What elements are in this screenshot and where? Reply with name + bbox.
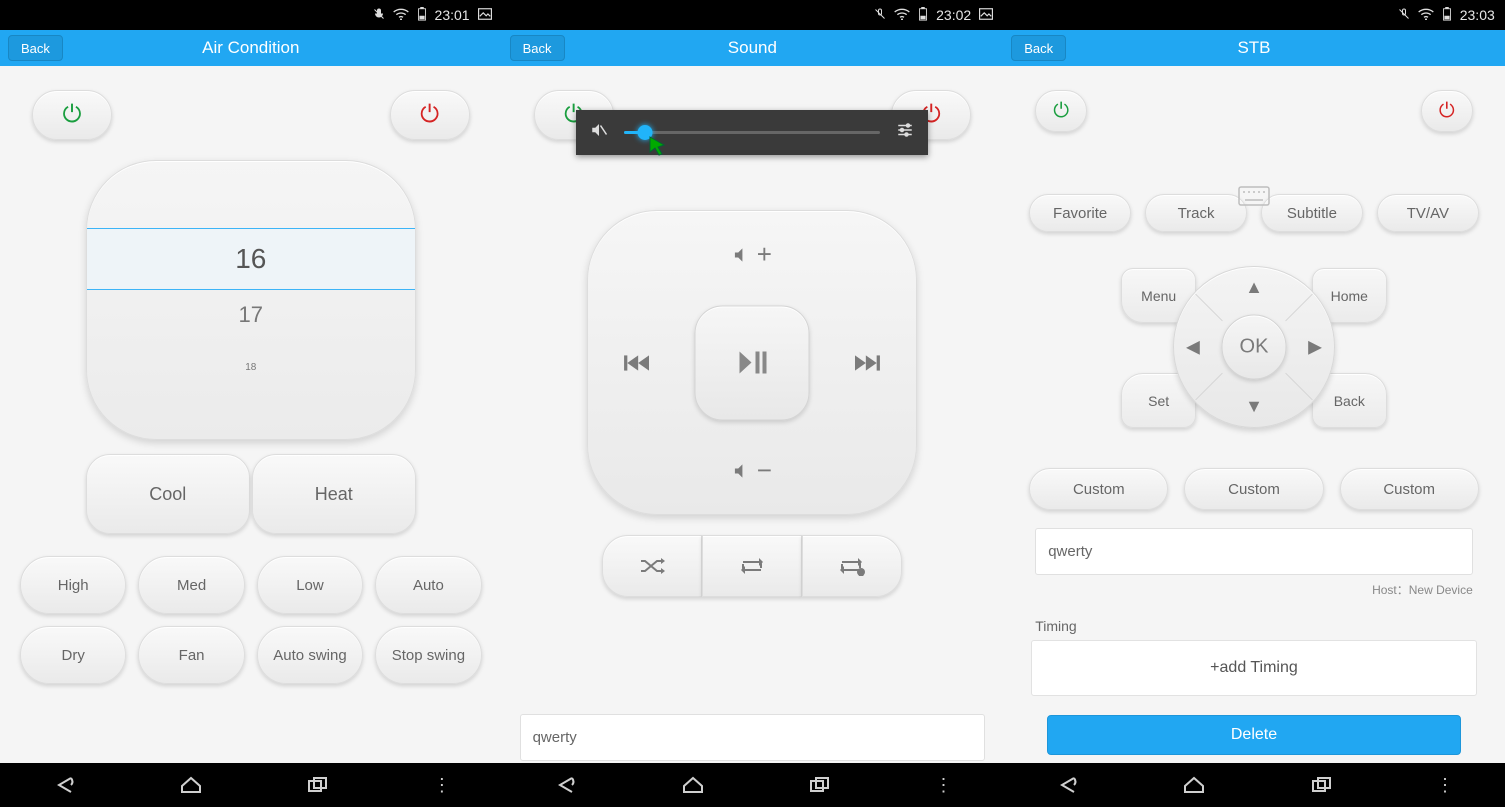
microphone-muted-icon <box>874 8 886 23</box>
dpad-left-button[interactable]: ◀ <box>1186 337 1200 358</box>
back-button[interactable]: Back <box>510 35 565 61</box>
fan-low-button[interactable]: Low <box>257 556 363 614</box>
power-icon: ⏻ <box>1053 100 1069 123</box>
power-icon: ⏻ <box>420 101 439 129</box>
fan-high-button[interactable]: High <box>20 556 126 614</box>
fan-med-button[interactable]: Med <box>138 556 244 614</box>
temperature-selected: 16 <box>87 228 415 290</box>
nav-recent-icon[interactable] <box>305 774 331 796</box>
back-button[interactable]: Back <box>8 35 63 61</box>
previous-track-button[interactable] <box>623 353 649 373</box>
speaker-mute-icon <box>590 121 608 144</box>
power-icon: ⏻ <box>63 101 82 129</box>
clock-label: 23:03 <box>1460 7 1495 23</box>
stop-swing-button[interactable]: Stop swing <box>375 626 481 684</box>
delete-button[interactable]: Delete <box>1047 715 1461 755</box>
shuffle-button[interactable] <box>602 535 702 597</box>
page-title: Sound <box>728 38 777 58</box>
clock-label: 23:02 <box>936 7 971 23</box>
app-bar: Back Air Condition <box>0 30 502 66</box>
settings-sliders-icon[interactable] <box>896 121 914 144</box>
keyboard-icon[interactable] <box>1238 186 1270 212</box>
cool-button[interactable]: Cool <box>86 454 250 534</box>
nav-back-icon[interactable] <box>51 774 77 796</box>
nav-home-icon[interactable] <box>1181 774 1207 796</box>
custom-button-2[interactable]: Custom <box>1184 468 1323 510</box>
app-bar: Back Sound <box>502 30 1004 66</box>
favorite-button[interactable]: Favorite <box>1029 194 1131 232</box>
mode-dry-button[interactable]: Dry <box>20 626 126 684</box>
battery-icon <box>918 7 928 24</box>
power-icon: ⏻ <box>1439 100 1455 123</box>
temperature-wheel[interactable]: 16 17 18 <box>86 160 416 440</box>
volume-down-button[interactable]: − <box>733 455 772 486</box>
device-name-field[interactable]: qwerty <box>520 714 986 761</box>
track-button[interactable]: Track <box>1145 194 1247 232</box>
play-pause-button[interactable] <box>695 305 810 420</box>
screenshot-icon <box>979 8 993 23</box>
device-name-field[interactable]: qwerty <box>1035 528 1473 575</box>
page-title: Air Condition <box>202 38 299 58</box>
page-title: STB <box>1237 38 1270 58</box>
temperature-after: 18 <box>245 340 256 373</box>
tv-av-button[interactable]: TV/AV <box>1377 194 1479 232</box>
dpad-circle: ▲ ▼ ◀ ▶ OK <box>1173 266 1335 428</box>
system-volume-overlay <box>576 110 928 155</box>
heat-button[interactable]: Heat <box>252 454 416 534</box>
nav-bar: ⋮ <box>1003 763 1505 807</box>
power-on-button[interactable]: ⏻ <box>32 90 112 140</box>
dpad-up-button[interactable]: ▲ <box>1245 277 1263 298</box>
nav-menu-icon[interactable]: ⋮ <box>1436 775 1454 796</box>
nav-recent-icon[interactable] <box>1309 774 1335 796</box>
microphone-muted-icon <box>373 8 385 23</box>
timing-label: Timing <box>1017 598 1491 640</box>
dpad-down-button[interactable]: ▼ <box>1245 396 1263 417</box>
media-dpad: + − <box>587 210 917 515</box>
clock-label: 23:01 <box>435 7 470 23</box>
nav-back-icon[interactable] <box>552 774 578 796</box>
power-on-button[interactable]: ⏻ <box>1035 90 1087 132</box>
status-bar: 23:03 <box>1003 0 1505 30</box>
dpad-right-button[interactable]: ▶ <box>1308 337 1322 358</box>
nav-home-icon[interactable] <box>680 774 706 796</box>
temperature-next: 17 <box>239 290 263 340</box>
battery-icon <box>1442 7 1452 24</box>
app-bar: Back STB <box>1003 30 1505 66</box>
wifi-icon <box>894 8 910 23</box>
repeat-one-button[interactable]: 1 <box>802 535 902 597</box>
add-timing-button[interactable]: +add Timing <box>1031 640 1477 696</box>
power-off-button[interactable]: ⏻ <box>1421 90 1473 132</box>
status-bar: 23:02 <box>502 0 1004 30</box>
subtitle-button[interactable]: Subtitle <box>1261 194 1363 232</box>
nav-menu-icon[interactable]: ⋮ <box>433 775 451 796</box>
custom-button-1[interactable]: Custom <box>1029 468 1168 510</box>
microphone-muted-icon <box>1398 8 1410 23</box>
volume-up-button[interactable]: + <box>733 239 772 270</box>
nav-home-icon[interactable] <box>178 774 204 796</box>
back-button[interactable]: Back <box>1011 35 1066 61</box>
repeat-all-button[interactable] <box>702 535 802 597</box>
nav-bar: ⋮ <box>502 763 1004 807</box>
next-track-button[interactable] <box>855 353 881 373</box>
host-label: Host：New Device <box>1017 575 1491 598</box>
power-off-button[interactable]: ⏻ <box>390 90 470 140</box>
nav-back-icon[interactable] <box>1054 774 1080 796</box>
screenshot-icon <box>478 8 492 23</box>
mode-fan-button[interactable]: Fan <box>138 626 244 684</box>
nav-bar: ⋮ <box>0 763 502 807</box>
status-bar: 23:01 <box>0 0 502 30</box>
nav-recent-icon[interactable] <box>807 774 833 796</box>
cursor-pointer-icon <box>646 134 670 164</box>
auto-swing-button[interactable]: Auto swing <box>257 626 363 684</box>
ok-button[interactable]: OK <box>1221 315 1286 380</box>
fan-auto-button[interactable]: Auto <box>375 556 481 614</box>
nav-menu-icon[interactable]: ⋮ <box>934 775 952 796</box>
wifi-icon <box>1418 8 1434 23</box>
custom-button-3[interactable]: Custom <box>1340 468 1479 510</box>
battery-icon <box>417 7 427 24</box>
wifi-icon <box>393 8 409 23</box>
